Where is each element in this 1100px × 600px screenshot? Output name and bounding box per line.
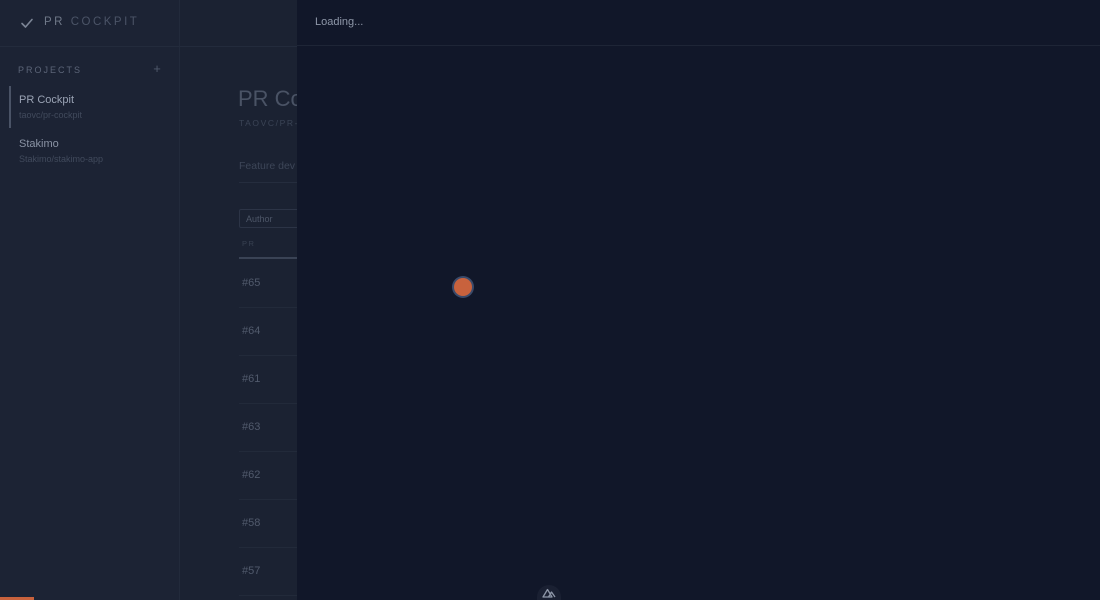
pr-number: #65: [242, 277, 261, 289]
check-icon: [21, 18, 33, 28]
sidebar-item-stakimo[interactable]: Stakimo Stakimo/stakimo-app: [9, 130, 169, 172]
add-project-button[interactable]: +: [151, 62, 163, 75]
pr-number: #63: [242, 421, 261, 433]
loading-text: Loading...: [315, 16, 364, 28]
pr-number: #61: [242, 373, 261, 385]
page-description: Feature dev: [239, 160, 296, 172]
table-row[interactable]: #65: [239, 259, 299, 308]
sidebar-item-pr-cockpit[interactable]: PR Cockpit taovc/pr-cockpit: [9, 86, 169, 128]
app-title-prefix: PR: [44, 16, 65, 28]
overlay-header: Loading...: [297, 0, 1100, 46]
table-row[interactable]: #58: [239, 499, 299, 548]
nuxt-icon: [542, 588, 556, 598]
table-row[interactable]: #62: [239, 451, 299, 500]
pr-number: #64: [242, 325, 261, 337]
project-name: PR Cockpit: [19, 94, 75, 106]
project-repo: taovc/pr-cockpit: [19, 110, 83, 120]
table-row[interactable]: #61: [239, 355, 299, 404]
pr-number: #58: [242, 517, 261, 529]
sidebar: PROJECTS + PR Cockpit taovc/pr-cockpit S…: [0, 0, 180, 600]
pr-number: #62: [242, 469, 261, 481]
loading-overlay: Loading...: [297, 0, 1100, 600]
divider: [239, 182, 299, 183]
column-header-pr: PR: [242, 239, 256, 248]
project-name: Stakimo: [19, 138, 59, 150]
table-row[interactable]: #57: [239, 547, 299, 596]
projects-label: PROJECTS: [18, 65, 83, 75]
table-row[interactable]: #63: [239, 403, 299, 452]
page-subtitle: TAOVC/PR-: [239, 118, 300, 128]
app-title[interactable]: PR COCKPIT: [44, 16, 139, 28]
table-row[interactable]: #64: [239, 307, 299, 356]
brand-header: PR COCKPIT: [0, 0, 297, 47]
devtools-toggle[interactable]: [537, 585, 561, 600]
loading-spinner: [454, 278, 472, 296]
app-root: PROJECTS + PR Cockpit taovc/pr-cockpit S…: [0, 0, 1100, 600]
project-repo: Stakimo/stakimo-app: [19, 154, 104, 164]
app-title-suffix: COCKPIT: [70, 16, 140, 28]
pr-number: #57: [242, 565, 261, 577]
